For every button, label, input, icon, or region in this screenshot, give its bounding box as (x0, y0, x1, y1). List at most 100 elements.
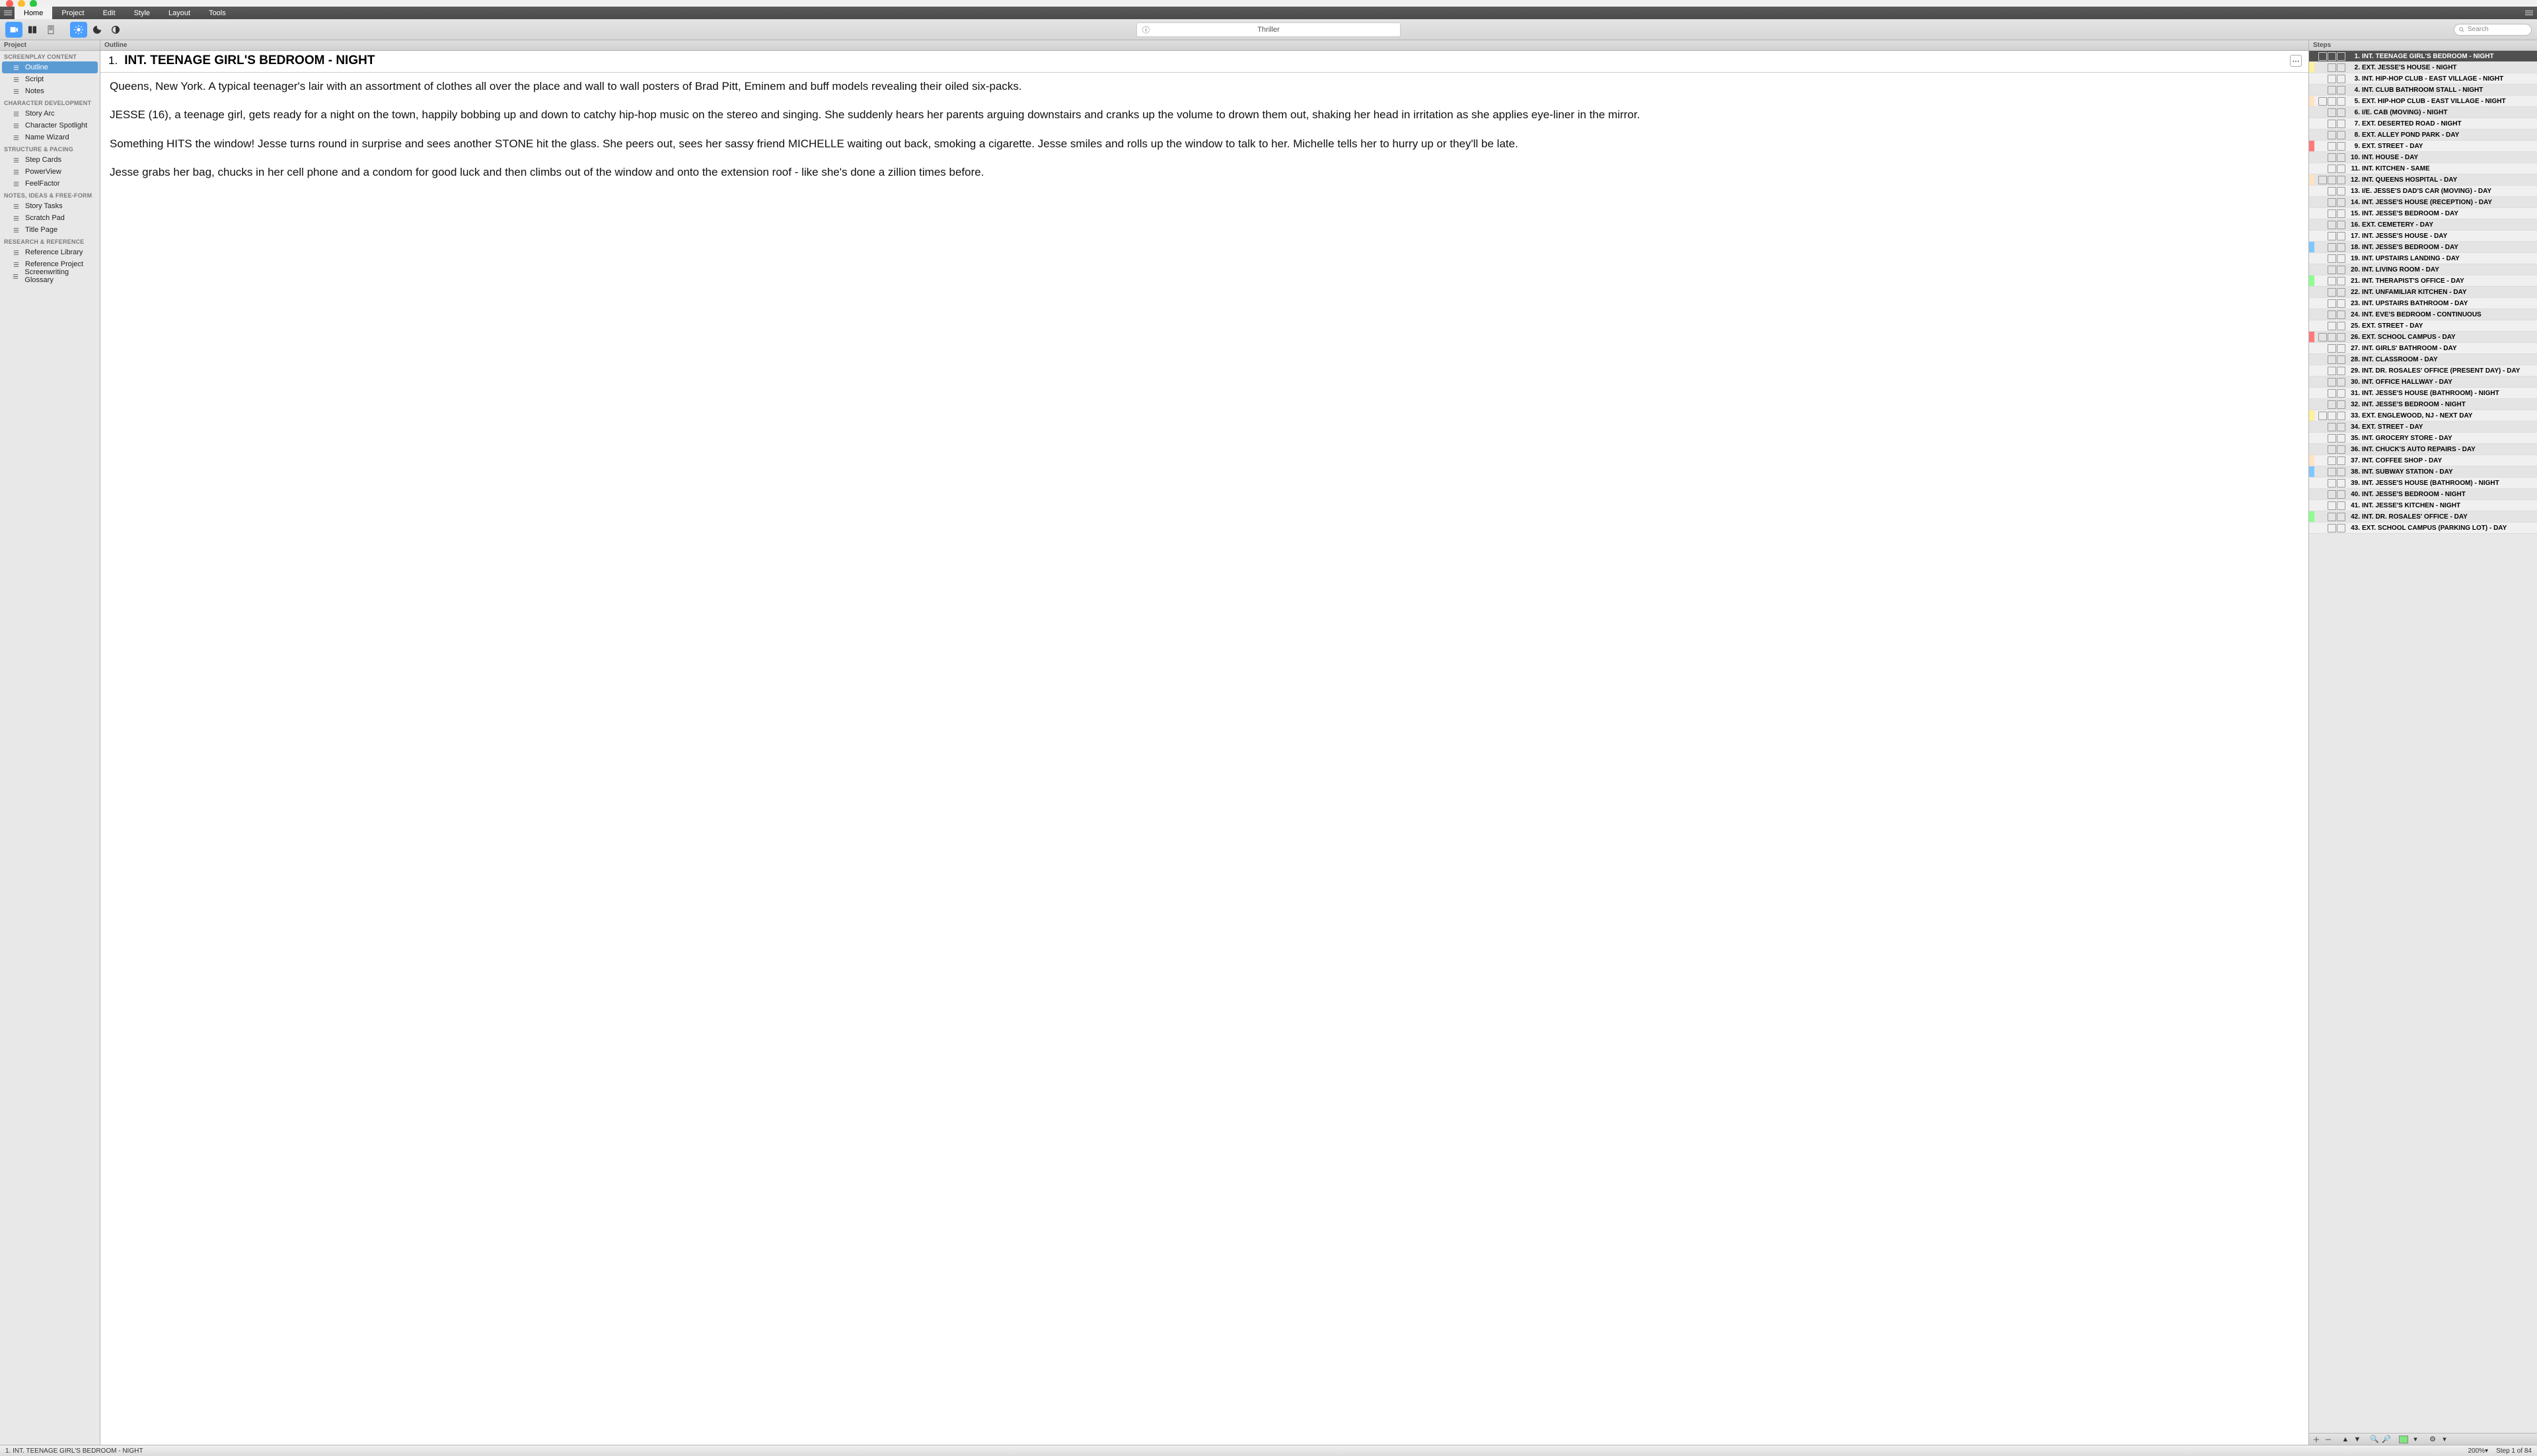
page-view-button[interactable] (42, 22, 59, 38)
step-row[interactable]: 33.EXT. ENGLEWOOD, NJ - NEXT DAY (2309, 410, 2537, 421)
step-row[interactable]: 17.INT. JESSE'S HOUSE - DAY (2309, 231, 2537, 242)
settings-dropdown-icon[interactable]: ▾ (2440, 1435, 2449, 1444)
step-row[interactable]: 25.EXT. STREET - DAY (2309, 320, 2537, 332)
step-row[interactable]: 5.EXT. HIP-HOP CLUB - EAST VILLAGE - NIG… (2309, 96, 2537, 107)
nav-item-story-arc[interactable]: Story Arc (0, 108, 100, 120)
step-row[interactable]: 3.INT. HIP-HOP CLUB - EAST VILLAGE - NIG… (2309, 73, 2537, 85)
scene-paragraph[interactable]: Something HITS the window! Jesse turns r… (110, 137, 2299, 152)
app-menu-icon[interactable] (4, 11, 12, 16)
step-number: 17. (2347, 233, 2362, 240)
step-row[interactable]: 4.INT. CLUB BATHROOM STALL - NIGHT (2309, 85, 2537, 96)
step-row[interactable]: 15.INT. JESSE'S BEDROOM - DAY (2309, 208, 2537, 219)
step-row[interactable]: 39.INT. JESSE'S HOUSE (BATHROOM) - NIGHT (2309, 478, 2537, 489)
step-row[interactable]: 38.INT. SUBWAY STATION - DAY (2309, 466, 2537, 478)
menu-style[interactable]: Style (125, 7, 159, 19)
close-window-button[interactable] (6, 0, 13, 7)
step-row[interactable]: 24.INT. EVE'S BEDROOM - CONTINUOUS (2309, 309, 2537, 320)
color-swatch-button[interactable] (2399, 1436, 2408, 1443)
step-row[interactable]: 30.INT. OFFICE HALLWAY - DAY (2309, 377, 2537, 388)
menu-edit[interactable]: Edit (94, 7, 125, 19)
step-row[interactable]: 23.INT. UPSTAIRS BATHROOM - DAY (2309, 298, 2537, 309)
step-number: 37. (2347, 457, 2362, 464)
move-down-button[interactable]: ▼ (2353, 1435, 2362, 1444)
nav-item-notes[interactable]: Notes (0, 85, 100, 97)
step-row[interactable]: 40.INT. JESSE'S BEDROOM - NIGHT (2309, 489, 2537, 500)
step-row[interactable]: 8.EXT. ALLEY POND PARK - DAY (2309, 129, 2537, 141)
nav-item-feelfactor[interactable]: FeelFactor (0, 178, 100, 190)
step-row[interactable]: 14.INT. JESSE'S HOUSE (RECEPTION) - DAY (2309, 197, 2537, 208)
step-row[interactable]: 28.INT. CLASSROOM - DAY (2309, 354, 2537, 365)
step-row[interactable]: 10.INT. HOUSE - DAY (2309, 152, 2537, 163)
step-row[interactable]: 42.INT. DR. ROSALES' OFFICE - DAY (2309, 511, 2537, 523)
nav-item-title-page[interactable]: Title Page (0, 224, 100, 236)
settings-gear-button[interactable]: ⚙ (2428, 1435, 2437, 1444)
step-row[interactable]: 20.INT. LIVING ROOM - DAY (2309, 264, 2537, 275)
scene-paragraph[interactable]: Queens, New York. A typical teenager's l… (110, 79, 2299, 94)
move-up-button[interactable]: ▲ (2341, 1435, 2350, 1444)
step-row[interactable]: 7.EXT. DESERTED ROAD - NIGHT (2309, 118, 2537, 129)
step-icons (2314, 490, 2347, 499)
nav-item-outline[interactable]: Outline (2, 61, 98, 73)
nav-item-powerview[interactable]: PowerView (0, 166, 100, 178)
document-title-box[interactable]: ⓘ Thriller (1136, 22, 1401, 37)
scene-paragraph[interactable]: JESSE (16), a teenage girl, gets ready f… (110, 108, 2299, 123)
step-row[interactable]: 11.INT. KITCHEN - SAME (2309, 163, 2537, 174)
book-view-button[interactable] (24, 22, 41, 38)
step-row[interactable]: 18.INT. JESSE'S BEDROOM - DAY (2309, 242, 2537, 253)
menu-project[interactable]: Project (52, 7, 93, 19)
step-row[interactable]: 6.I/E. CAB (MOVING) - NIGHT (2309, 107, 2537, 118)
add-step-button[interactable]: ＋ (2312, 1435, 2321, 1444)
step-row[interactable]: 13.I/E. JESSE'S DAD'S CAR (MOVING) - DAY (2309, 186, 2537, 197)
step-row[interactable]: 2.EXT. JESSE'S HOUSE - NIGHT (2309, 62, 2537, 73)
step-row[interactable]: 35.INT. GROCERY STORE - DAY (2309, 433, 2537, 444)
step-row[interactable]: 26.EXT. SCHOOL CAMPUS - DAY (2309, 332, 2537, 343)
step-row[interactable]: 36.INT. CHUCK'S AUTO REPAIRS - DAY (2309, 444, 2537, 455)
light-theme-button[interactable] (70, 22, 87, 38)
step-row[interactable]: 29.INT. DR. ROSALES' OFFICE (PRESENT DAY… (2309, 365, 2537, 377)
zoom-level[interactable]: 200%▾ (2468, 1447, 2488, 1455)
zoom-in-button[interactable]: 🔍 (2370, 1435, 2379, 1444)
dark-theme-button[interactable] (89, 22, 106, 38)
step-card-icon (2337, 243, 2345, 252)
nav-item-step-cards[interactable]: Step Cards (0, 154, 100, 166)
step-title: INT. JESSE'S BEDROOM - DAY (2362, 210, 2537, 217)
menu-home[interactable]: Home (15, 7, 52, 19)
menu-layout[interactable]: Layout (159, 7, 200, 19)
step-row[interactable]: 1.INT. TEENAGE GIRL'S BEDROOM - NIGHT (2309, 51, 2537, 62)
step-row[interactable]: 9.EXT. STREET - DAY (2309, 141, 2537, 152)
scene-paragraph[interactable]: Jesse grabs her bag, chucks in her cell … (110, 165, 2299, 180)
step-row[interactable]: 22.INT. UNFAMILIAR KITCHEN - DAY (2309, 287, 2537, 298)
step-row[interactable]: 12.INT. QUEENS HOSPITAL - DAY (2309, 174, 2537, 186)
step-title: EXT. STREET - DAY (2362, 423, 2537, 431)
nav-item-name-wizard[interactable]: Name Wizard (0, 131, 100, 143)
color-dropdown-icon[interactable]: ▾ (2411, 1435, 2420, 1444)
scene-menu-button[interactable]: ⋯ (2290, 55, 2302, 67)
step-row[interactable]: 41.INT. JESSE'S KITCHEN - NIGHT (2309, 500, 2537, 511)
contrast-theme-button[interactable] (107, 22, 124, 38)
step-row[interactable]: 19.INT. UPSTAIRS LANDING - DAY (2309, 253, 2537, 264)
nav-item-story-tasks[interactable]: Story Tasks (0, 200, 100, 212)
nav-item-character-spotlight[interactable]: Character Spotlight (0, 120, 100, 131)
maximize-window-button[interactable] (30, 0, 37, 7)
step-row[interactable]: 16.EXT. CEMETERY - DAY (2309, 219, 2537, 231)
zoom-out-button[interactable]: 🔎 (2382, 1435, 2391, 1444)
minimize-window-button[interactable] (18, 0, 25, 7)
scene-body[interactable]: Queens, New York. A typical teenager's l… (100, 73, 2308, 1445)
video-view-button[interactable] (5, 22, 22, 38)
nav-item-scratch-pad[interactable]: Scratch Pad (0, 212, 100, 224)
step-row[interactable]: 27.INT. GIRLS' BATHROOM - DAY (2309, 343, 2537, 354)
nav-item-script[interactable]: Script (0, 73, 100, 85)
right-menu-icon[interactable] (2525, 11, 2533, 16)
step-row[interactable]: 31.INT. JESSE'S HOUSE (BATHROOM) - NIGHT (2309, 388, 2537, 399)
step-row[interactable]: 21.INT. THERAPIST'S OFFICE - DAY (2309, 275, 2537, 287)
step-row[interactable]: 34.EXT. STREET - DAY (2309, 421, 2537, 433)
menu-tools[interactable]: Tools (200, 7, 235, 19)
search-input[interactable]: Search (2454, 24, 2532, 36)
step-row[interactable]: 43.EXT. SCHOOL CAMPUS (PARKING LOT) - DA… (2309, 523, 2537, 534)
nav-item-reference-library[interactable]: Reference Library (0, 246, 100, 258)
remove-step-button[interactable]: － (2324, 1435, 2333, 1444)
nav-item-screenwriting-glossary[interactable]: Screenwriting Glossary (0, 270, 100, 282)
step-row[interactable]: 37.INT. COFFEE SHOP - DAY (2309, 455, 2537, 466)
step-row[interactable]: 32.INT. JESSE'S BEDROOM - NIGHT (2309, 399, 2537, 410)
scene-heading[interactable]: INT. TEENAGE GIRL'S BEDROOM - NIGHT (124, 54, 375, 68)
